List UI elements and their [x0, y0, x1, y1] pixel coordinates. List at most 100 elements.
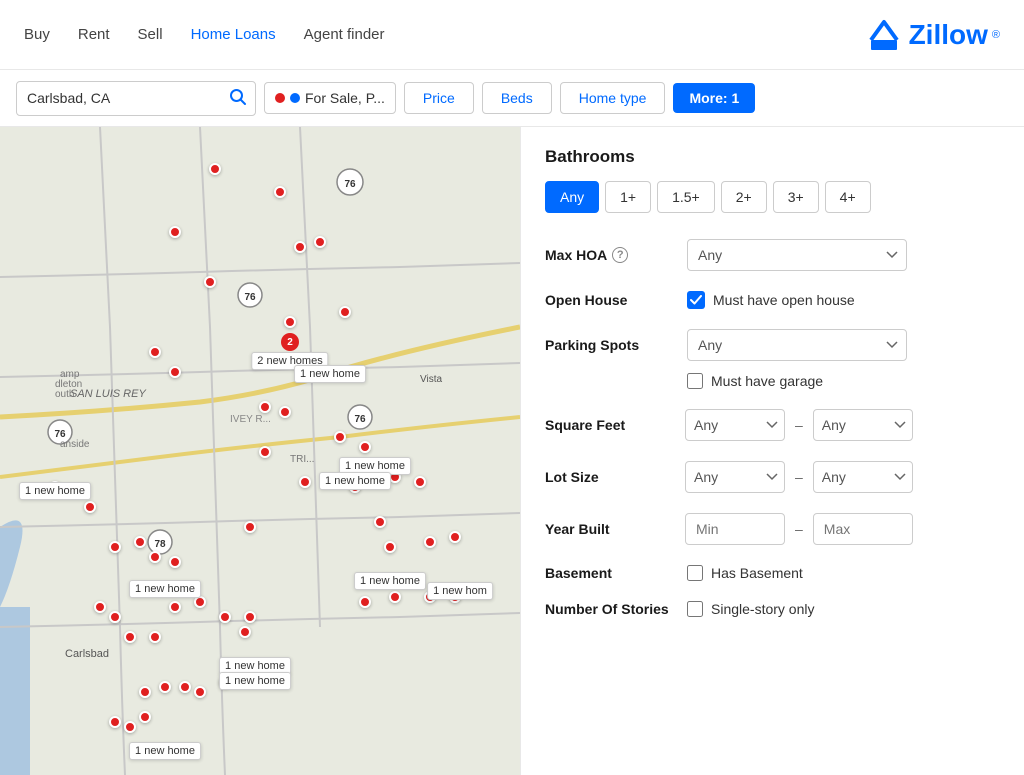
map-label[interactable]: 1 new home	[354, 572, 426, 590]
logo[interactable]: Zillow ®	[863, 16, 1000, 54]
map-pin[interactable]	[109, 611, 121, 623]
sq-feet-min-select[interactable]: Any 500 750 1000	[685, 409, 785, 441]
home-type-filter-button[interactable]: Home type	[560, 82, 666, 114]
garage-text: Must have garage	[711, 373, 823, 389]
map-pin[interactable]	[109, 716, 121, 728]
year-max-input[interactable]	[813, 513, 913, 545]
map-pin[interactable]	[244, 611, 256, 623]
map-pin[interactable]	[149, 346, 161, 358]
sq-feet-max-select[interactable]: Any 2000 3000 5000	[813, 409, 913, 441]
nav-agent[interactable]: Agent finder	[304, 26, 385, 43]
map-pin[interactable]	[424, 536, 436, 548]
price-filter-button[interactable]: Price	[404, 82, 474, 114]
map-pin[interactable]	[244, 521, 256, 533]
map-label[interactable]: 1 new home	[19, 482, 91, 500]
nav-rent[interactable]: Rent	[78, 26, 110, 43]
map-label[interactable]: 1 new home	[129, 580, 201, 598]
listing-type-button[interactable]: For Sale, P...	[264, 82, 396, 114]
map-pin[interactable]	[149, 631, 161, 643]
map-pin[interactable]	[219, 611, 231, 623]
sq-feet-label: Square Feet	[545, 417, 675, 433]
basement-checkbox-wrap[interactable]: Has Basement	[687, 565, 803, 581]
map-pin[interactable]	[84, 501, 96, 513]
map-pin[interactable]	[194, 686, 206, 698]
map-label[interactable]: 1 new home	[129, 742, 201, 760]
stories-checkbox-wrap[interactable]: Single-story only	[687, 601, 815, 617]
filter-panel: Bathrooms Any1+1.5+2+3+4+ Max HOA ? Any …	[520, 127, 1024, 775]
max-hoa-select[interactable]: Any $50/mo $100/mo $200/mo $300/mo	[687, 239, 907, 271]
map-pin[interactable]	[294, 241, 306, 253]
year-dash: –	[795, 521, 803, 537]
parking-select[interactable]: Any 1+ 2+ 3+	[687, 329, 907, 361]
map-label[interactable]: 1 new home	[294, 365, 366, 383]
map-pin[interactable]	[169, 556, 181, 568]
map-pin[interactable]	[124, 631, 136, 643]
map-pin[interactable]	[339, 306, 351, 318]
map-pin[interactable]	[274, 186, 286, 198]
nav-buy[interactable]: Buy	[24, 26, 50, 43]
location-input[interactable]	[27, 90, 223, 106]
map-pin[interactable]	[299, 476, 311, 488]
bath-btn-2plus[interactable]: 2+	[721, 181, 767, 213]
map-pin[interactable]	[334, 431, 346, 443]
bath-btn-1.5plus[interactable]: 1.5+	[657, 181, 715, 213]
bath-btn-Any[interactable]: Any	[545, 181, 599, 213]
location-search-button[interactable]	[229, 88, 247, 109]
map-pin[interactable]	[179, 681, 191, 693]
basement-checkbox[interactable]	[687, 565, 703, 581]
map-pin[interactable]	[259, 446, 271, 458]
nav-sell[interactable]: Sell	[138, 26, 163, 43]
map-pin[interactable]	[94, 601, 106, 613]
map-pin[interactable]	[359, 596, 371, 608]
map-pin[interactable]	[374, 516, 386, 528]
garage-checkbox-wrap[interactable]: Must have garage	[687, 373, 823, 389]
map-pin[interactable]	[284, 316, 296, 328]
map-pin[interactable]	[209, 163, 221, 175]
map-pin[interactable]	[169, 601, 181, 613]
map-label[interactable]: 1 new hom	[427, 582, 493, 600]
map-pin[interactable]	[449, 531, 461, 543]
max-hoa-help-icon[interactable]: ?	[612, 247, 628, 263]
stories-checkbox[interactable]	[687, 601, 703, 617]
map-pin[interactable]	[124, 721, 136, 733]
map-pin[interactable]	[359, 441, 371, 453]
zillow-logo-icon	[863, 16, 905, 54]
map-container[interactable]: 76 76 76 76 78 SAN LUIS REY IVEY R... an…	[0, 127, 520, 775]
map-label[interactable]: 1 new home	[219, 672, 291, 690]
map-pin[interactable]	[204, 276, 216, 288]
map-pin[interactable]	[384, 541, 396, 553]
map-pin[interactable]	[159, 681, 171, 693]
bath-btn-3plus[interactable]: 3+	[773, 181, 819, 213]
map-pin[interactable]	[414, 476, 426, 488]
parking-label: Parking Spots	[545, 337, 675, 353]
garage-checkbox[interactable]	[687, 373, 703, 389]
beds-filter-button[interactable]: Beds	[482, 82, 552, 114]
map-pin[interactable]	[259, 401, 271, 413]
bath-btn-1plus[interactable]: 1+	[605, 181, 651, 213]
map-pin[interactable]	[239, 626, 251, 638]
nav-loans[interactable]: Home Loans	[191, 26, 276, 43]
year-min-input[interactable]	[685, 513, 785, 545]
open-house-checkbox-wrap[interactable]: Must have open house	[687, 291, 855, 309]
map-label[interactable]: 1 new home	[319, 472, 391, 490]
map-pin[interactable]	[314, 236, 326, 248]
bath-btn-4plus[interactable]: 4+	[825, 181, 871, 213]
lot-min-select[interactable]: Any 1000 sqft 2000 sqft 5000 sqft	[685, 461, 785, 493]
map-pin[interactable]	[139, 686, 151, 698]
open-house-text: Must have open house	[713, 292, 855, 308]
map-pin[interactable]	[389, 591, 401, 603]
map-pin[interactable]	[279, 406, 291, 418]
more-filter-button[interactable]: More: 1	[673, 83, 755, 113]
map-pin[interactable]	[169, 366, 181, 378]
parking-spots-row: Parking Spots Any 1+ 2+ 3+ Must have gar…	[545, 329, 1000, 389]
map-pin[interactable]	[134, 536, 146, 548]
open-house-checkbox-checked[interactable]	[687, 291, 705, 309]
map-pin[interactable]	[139, 711, 151, 723]
map-pins-container: 2 new homes1 new home1 new home1 new hom…	[0, 127, 520, 775]
basement-label: Basement	[545, 565, 675, 581]
lot-dash: –	[795, 469, 803, 485]
map-pin[interactable]	[149, 551, 161, 563]
map-pin[interactable]	[169, 226, 181, 238]
lot-max-select[interactable]: Any 5000 sqft 1 acre 5 acres	[813, 461, 913, 493]
map-pin[interactable]	[109, 541, 121, 553]
